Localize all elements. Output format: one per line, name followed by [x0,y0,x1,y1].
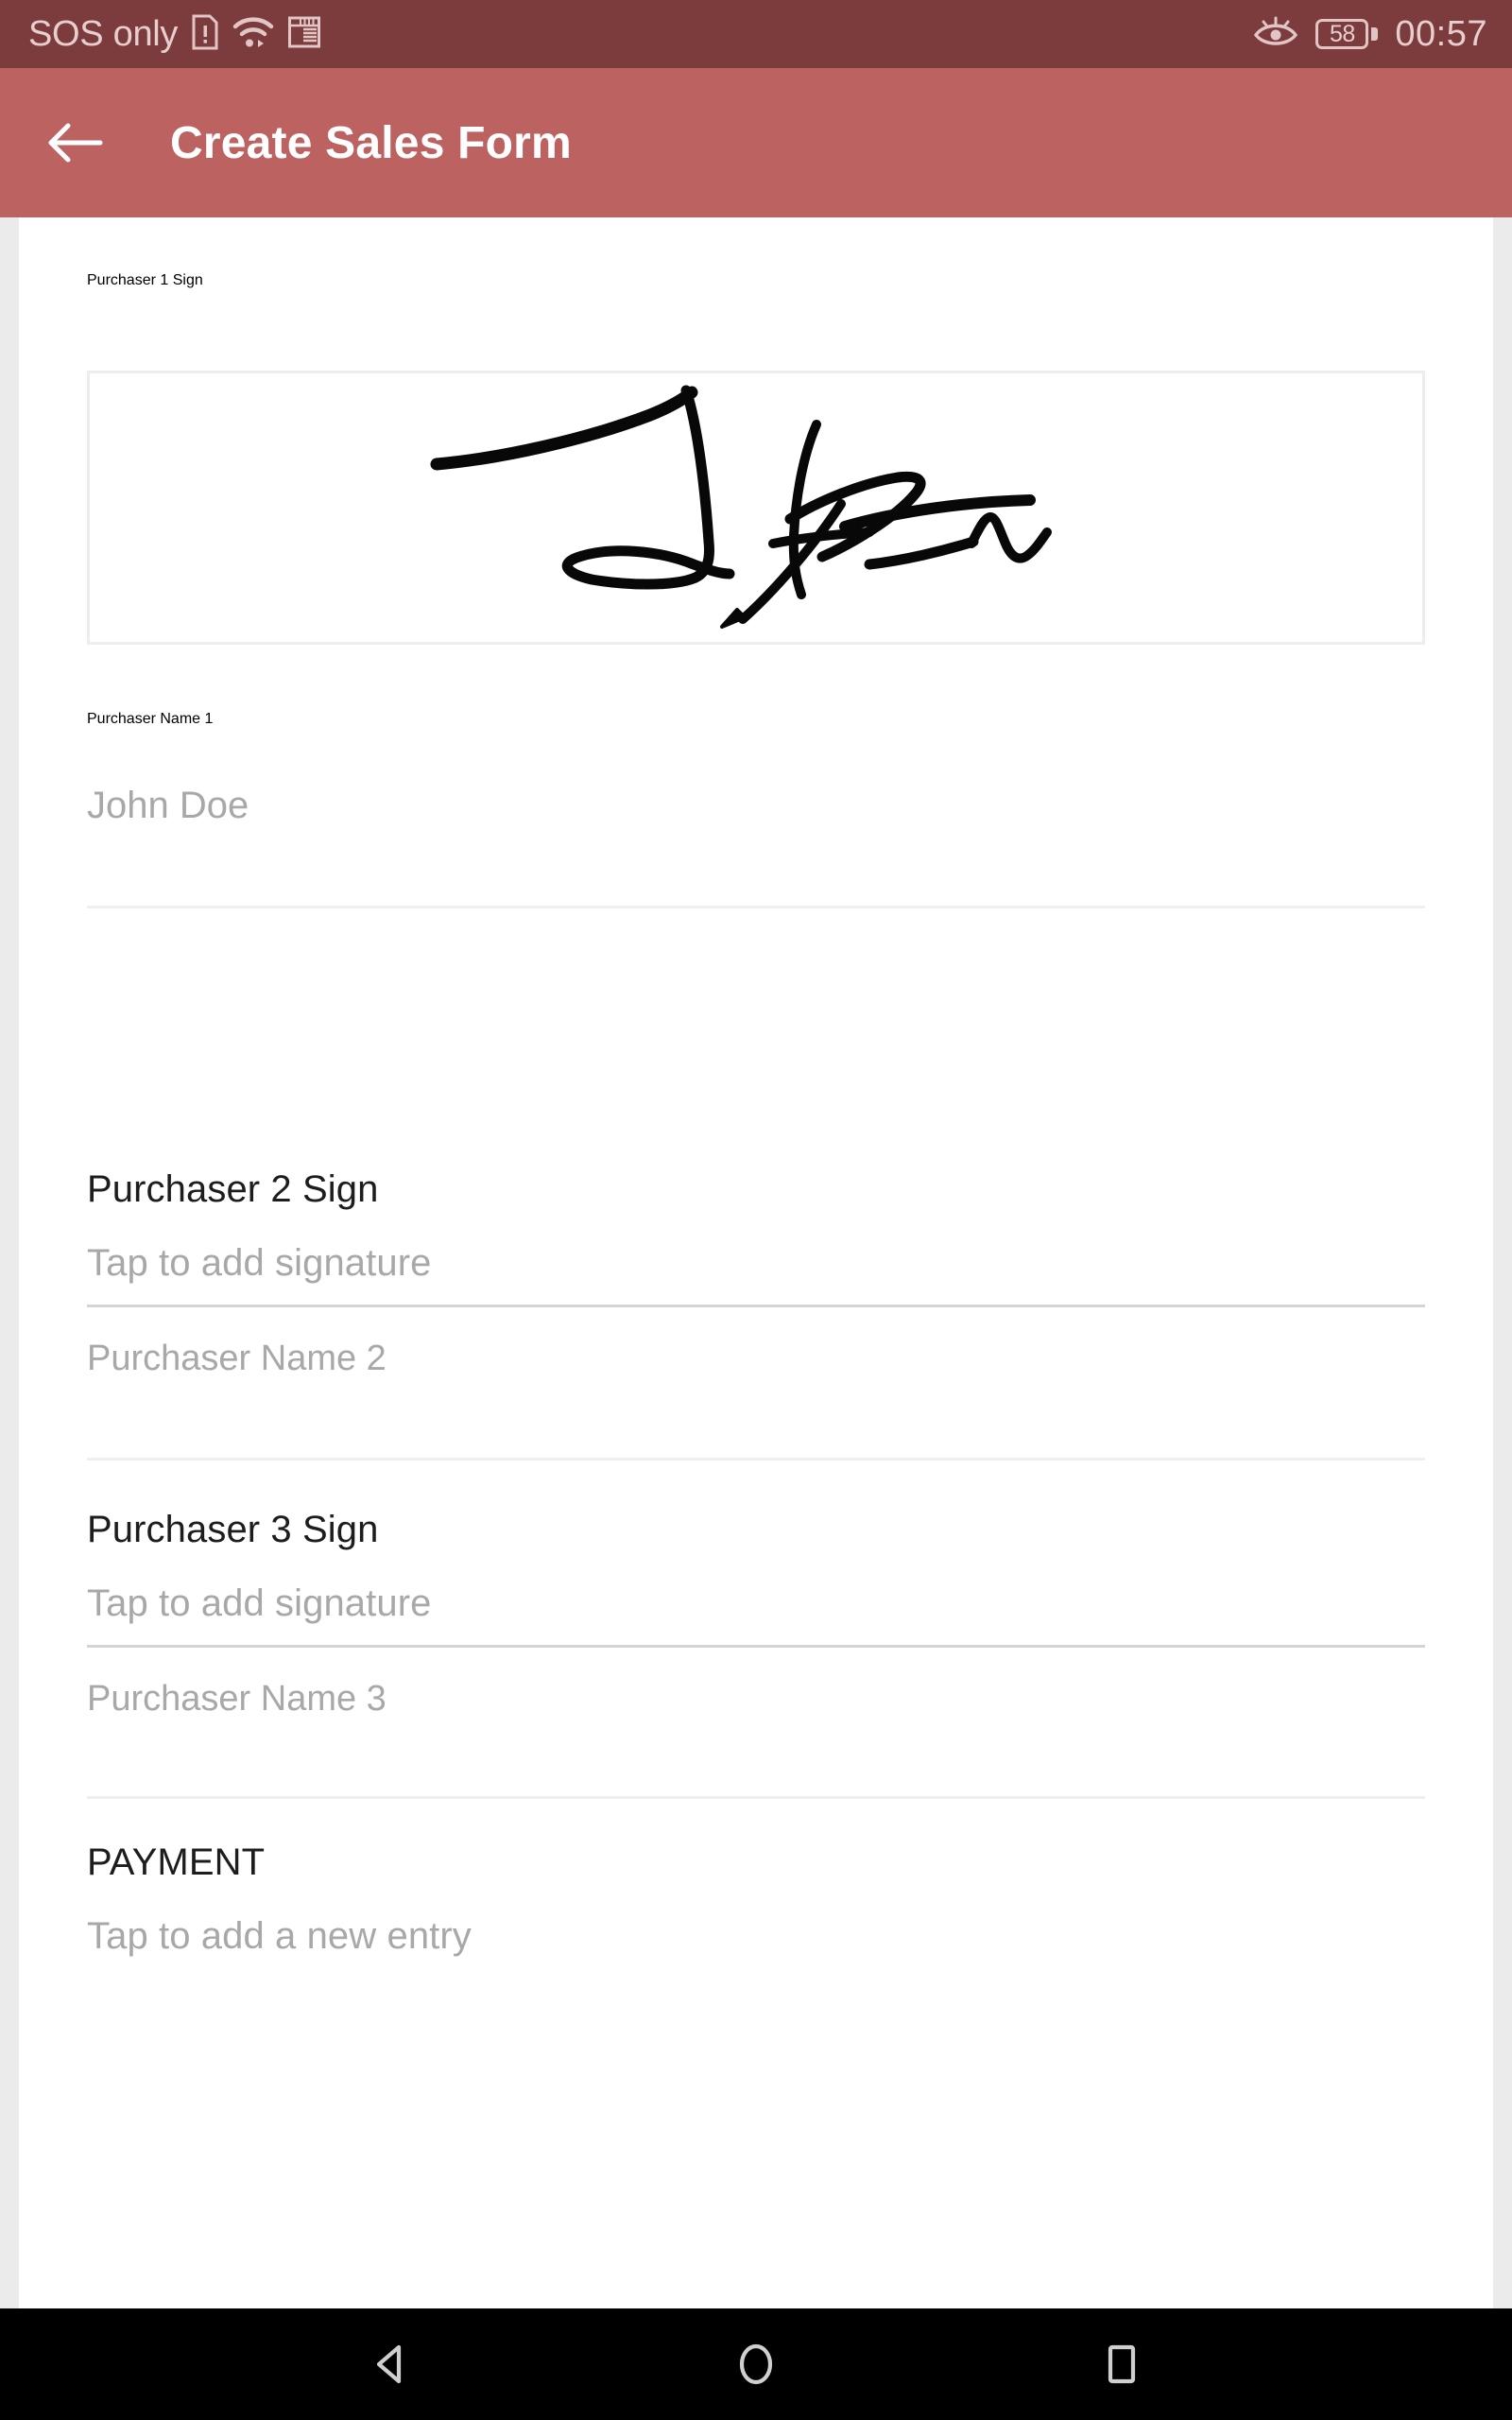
page-title: Create Sales Form [170,117,572,168]
purchaser2-sign-heading: Purchaser 2 Sign [87,1168,379,1210]
purchaser-name-1-value[interactable]: John Doe [87,785,1425,827]
purchaser2-signature-underline [87,1305,1425,1307]
nav-home-icon [739,2343,773,2385]
android-nav-bar [0,2308,1512,2420]
purchaser3-signature-placeholder[interactable]: Tap to add signature [87,1582,1425,1625]
status-bar-left: SOS only [28,14,321,55]
purchaser1-sign-heading: Purchaser 1 Sign [87,272,203,288]
purchaser3-signature-underline [87,1645,1425,1648]
status-bar: SOS only 58 00:57 [0,0,1512,68]
purchaser-name-3-underline [87,1796,1425,1799]
eye-icon [1253,16,1298,53]
purchaser1-signature-pad[interactable] [87,371,1425,645]
purchaser-name-1-label: Purchaser Name 1 [87,711,214,727]
nav-home-button[interactable] [699,2308,813,2420]
battery-icon: 58 [1315,19,1379,49]
signature-drawing [430,385,1052,629]
back-button[interactable] [36,104,113,182]
nav-back-icon [377,2344,402,2384]
purchaser-name-2-underline [87,1458,1425,1461]
back-arrow-icon [48,123,103,163]
sim-alert-icon [191,14,219,55]
payment-heading: PAYMENT [87,1841,266,1883]
nav-back-button[interactable] [334,2308,447,2420]
sd-card-icon [287,15,321,54]
clock-label: 00:57 [1395,14,1487,54]
wifi-icon [232,14,274,55]
status-bar-right: 58 00:57 [1253,16,1487,53]
phone-screen: SOS only 58 00:57 Create Sales Form Purc… [0,0,1512,2420]
app-bar: Create Sales Form [0,68,1512,217]
battery-tip [1371,27,1379,41]
battery-body: 58 [1315,19,1369,49]
form-scroll-area[interactable]: Purchaser 1 Sign Purchaser Name 1 John D… [19,217,1493,2308]
battery-percent-label: 58 [1330,20,1355,47]
purchaser3-sign-heading: Purchaser 3 Sign [87,1509,379,1550]
payment-add-entry[interactable]: Tap to add a new entry [87,1915,1425,1958]
purchaser-name-1-underline [87,906,1425,908]
nav-recents-icon [1108,2344,1135,2384]
carrier-label: SOS only [28,14,179,54]
purchaser2-signature-placeholder[interactable]: Tap to add signature [87,1242,1425,1285]
purchaser-name-2-label[interactable]: Purchaser Name 2 [87,1339,1425,1379]
nav-recents-button[interactable] [1065,2308,1178,2420]
purchaser-name-3-label[interactable]: Purchaser Name 3 [87,1679,1425,1720]
